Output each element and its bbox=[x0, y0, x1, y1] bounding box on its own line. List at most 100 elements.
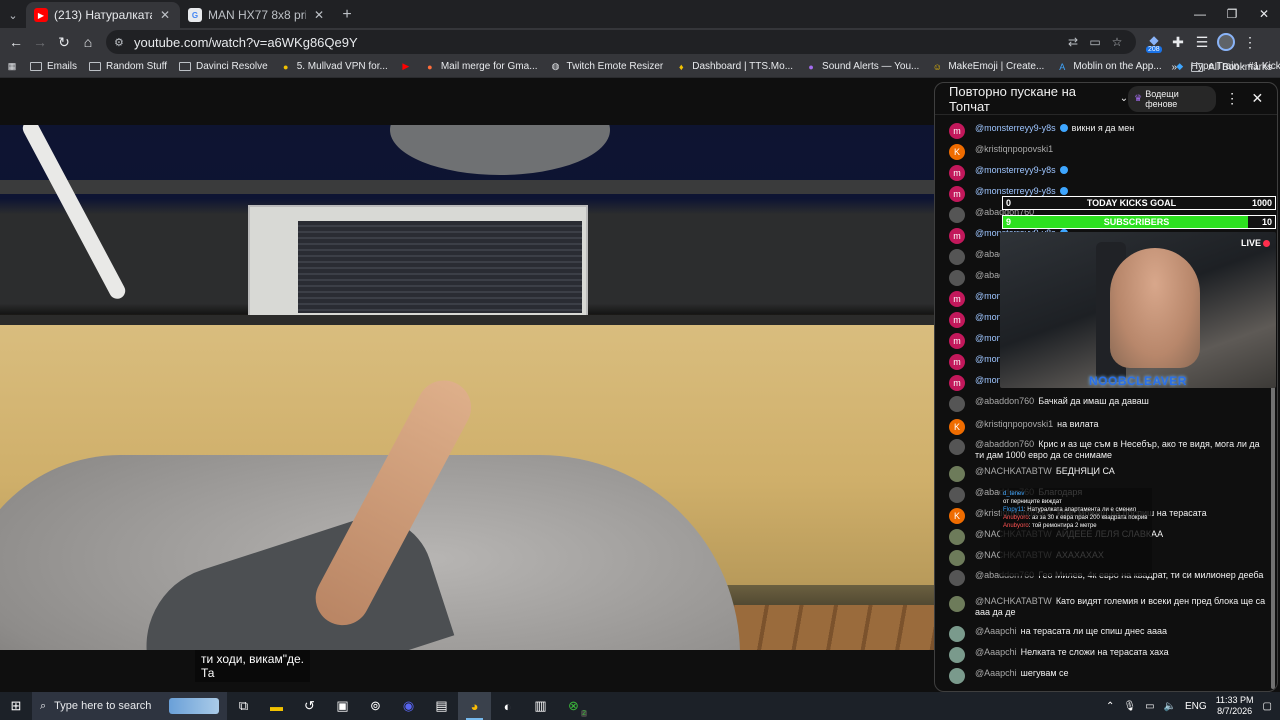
profile-avatar[interactable] bbox=[1214, 30, 1238, 54]
windows-start-icon[interactable]: ⊞ bbox=[0, 692, 32, 720]
microphone-icon[interactable]: 🎙 bbox=[1123, 701, 1136, 712]
avatar[interactable]: m bbox=[949, 375, 965, 391]
network-icon[interactable]: ▭ bbox=[1145, 701, 1154, 712]
avatar[interactable]: m bbox=[949, 228, 965, 244]
restore-icon[interactable]: ❐ bbox=[1216, 0, 1248, 28]
chat-mode-dropdown[interactable]: Повторно пускане на Топчат ⌄ bbox=[949, 84, 1128, 114]
bookmark-sound-alerts[interactable]: ● Sound Alerts — You... bbox=[805, 61, 919, 72]
taskbar-search[interactable]: ⌕ Type here to search bbox=[32, 692, 227, 720]
message-author[interactable]: @NACHKATABTW bbox=[975, 466, 1052, 476]
discord-icon[interactable]: ◉ bbox=[392, 692, 425, 720]
top-fans-button[interactable]: ♛ Водещи фенове bbox=[1128, 85, 1217, 112]
all-bookmarks-button[interactable]: All Bookmarks bbox=[1191, 62, 1272, 73]
apps-grid-icon[interactable]: ▦ bbox=[6, 61, 18, 72]
terminal-icon[interactable]: ▥ bbox=[524, 692, 557, 720]
tab-close-icon[interactable]: ✕ bbox=[312, 8, 326, 22]
bookmark-twitch-emote[interactable]: ◍ Twitch Emote Resizer bbox=[550, 61, 664, 72]
avatar[interactable]: m bbox=[949, 354, 965, 370]
avatar[interactable]: m bbox=[949, 165, 965, 181]
file-explorer-icon[interactable]: ▬ bbox=[260, 692, 293, 720]
avatar[interactable]: m bbox=[949, 186, 965, 202]
avatar[interactable] bbox=[949, 249, 965, 265]
bookmark-star-icon[interactable]: ☆ bbox=[1106, 35, 1128, 49]
home-icon[interactable]: ⌂ bbox=[76, 30, 100, 54]
extensions-puzzle-icon[interactable]: ✚ bbox=[1166, 30, 1190, 54]
language-indicator[interactable]: ENG bbox=[1185, 701, 1207, 712]
address-bar[interactable]: ⚙ youtube.com/watch?v=a6WKg86Qe9Y ⇄ ▭ ☆ bbox=[106, 30, 1136, 54]
chat-message[interactable]: @Aaapchi на терасата ли ще спиш днес аааа bbox=[949, 626, 1269, 642]
avatar[interactable] bbox=[949, 647, 965, 663]
avatar[interactable] bbox=[949, 466, 965, 482]
chat-message[interactable]: m @monsterreyy9-y8s викни я да мен bbox=[949, 123, 1269, 139]
bookmark-mullvad[interactable]: ● 5. Mullvad VPN for... bbox=[280, 61, 388, 72]
bookmark-tts[interactable]: ♦ Dashboard | TTS.Mo... bbox=[675, 61, 793, 72]
chat-message[interactable]: @abaddon760 Крис и аз ще съм в Несебър, а… bbox=[949, 439, 1269, 461]
menu-dots-icon[interactable]: ⋮ bbox=[1238, 30, 1262, 54]
tab-youtube[interactable]: ▶ (213) Натуралката предава ✕ bbox=[26, 2, 180, 28]
avatar[interactable]: m bbox=[949, 333, 965, 349]
avatar[interactable] bbox=[949, 487, 965, 503]
bookmarks-overflow-icon[interactable]: » bbox=[1172, 62, 1178, 73]
tab-close-icon[interactable]: ✕ bbox=[158, 8, 172, 22]
message-author[interactable]: @monsterreyy9-y8s bbox=[975, 165, 1056, 175]
avatar[interactable]: m bbox=[949, 312, 965, 328]
app-icon-3[interactable]: ▤ bbox=[425, 692, 458, 720]
reading-list-icon[interactable]: ☰ bbox=[1190, 30, 1214, 54]
bookmark-mail-merge[interactable]: ● Mail merge for Gma... bbox=[424, 61, 537, 72]
message-author[interactable]: @kristiqnpopovski1 bbox=[975, 144, 1053, 154]
avatar[interactable]: m bbox=[949, 291, 965, 307]
avatar[interactable]: m bbox=[949, 123, 965, 139]
chat-message[interactable]: @Aaapchi шегувам се bbox=[949, 668, 1269, 684]
avatar[interactable]: K bbox=[949, 508, 965, 524]
forward-icon[interactable]: → bbox=[28, 30, 52, 54]
task-view-icon[interactable]: ⧉ bbox=[227, 692, 260, 720]
notifications-icon[interactable]: ▢ bbox=[1263, 701, 1272, 712]
message-author[interactable]: @Aaapchi bbox=[975, 626, 1017, 636]
avatar[interactable]: K bbox=[949, 144, 965, 160]
avatar[interactable] bbox=[949, 439, 965, 455]
avatar[interactable] bbox=[949, 668, 965, 684]
back-icon[interactable]: ← bbox=[4, 30, 28, 54]
more-options-icon[interactable]: ⋮ bbox=[1222, 90, 1241, 107]
message-author[interactable]: @monsterreyy9-y8s bbox=[975, 186, 1056, 196]
avatar[interactable] bbox=[949, 596, 965, 612]
reload-icon[interactable]: ↻ bbox=[52, 30, 76, 54]
extension-button[interactable]: ◆ 208 bbox=[1142, 30, 1166, 54]
close-chat-icon[interactable]: ✕ bbox=[1248, 90, 1267, 107]
xbox-icon[interactable]: ⊗ 2 bbox=[557, 692, 590, 720]
bookmark-moblin[interactable]: A Moblin on the App... bbox=[1056, 61, 1161, 72]
app-icon[interactable]: ↺ bbox=[293, 692, 326, 720]
message-author[interactable]: @abaddon760 bbox=[975, 396, 1034, 406]
chat-message[interactable]: @abaddon760 Бачкай да имаш да даваш bbox=[949, 396, 1269, 412]
tray-overflow-icon[interactable]: ⌃ bbox=[1106, 701, 1114, 712]
bookmark-random-stuff[interactable]: Random Stuff bbox=[89, 61, 167, 72]
tab-search-button[interactable]: ⌄ bbox=[0, 2, 26, 28]
message-author[interactable]: @Aaapchi bbox=[975, 647, 1017, 657]
chat-message[interactable]: @Aaapchi Нелката те сложи на терасата хах… bbox=[949, 647, 1269, 663]
bookmark-emails[interactable]: Emails bbox=[30, 61, 77, 72]
steam-icon[interactable]: ⊚ bbox=[359, 692, 392, 720]
clock[interactable]: 11:33 PM 8/7/2026 bbox=[1216, 695, 1254, 717]
avatar[interactable] bbox=[949, 570, 965, 586]
message-author[interactable]: @NACHKATABTW bbox=[975, 596, 1052, 606]
bookmark-makeemoji[interactable]: ☺ MakeEmoji | Create... bbox=[931, 61, 1045, 72]
chat-message[interactable]: @NACHKATABTW БЕДНЯЦИ СА bbox=[949, 466, 1269, 482]
obs-icon[interactable]: ◐ bbox=[491, 692, 524, 720]
app-icon-2[interactable]: ▣ bbox=[326, 692, 359, 720]
message-author[interactable]: @monsterreyy9-y8s bbox=[975, 123, 1056, 133]
bookmark-davinci[interactable]: Davinci Resolve bbox=[178, 61, 268, 72]
message-author[interactable]: @Aaapchi bbox=[975, 668, 1017, 678]
message-author[interactable]: @abaddon760 bbox=[975, 439, 1034, 449]
avatar[interactable] bbox=[949, 550, 965, 566]
translate-icon[interactable]: ⇄ bbox=[1062, 35, 1084, 49]
avatar[interactable] bbox=[949, 270, 965, 286]
bookmark-youtube[interactable]: ▶ bbox=[400, 61, 412, 72]
chat-message[interactable]: m @monsterreyy9-y8s bbox=[949, 165, 1269, 181]
avatar[interactable] bbox=[949, 396, 965, 412]
chat-message[interactable]: K @kristiqnpopovski1 на вилата bbox=[949, 419, 1269, 435]
avatar[interactable] bbox=[949, 529, 965, 545]
cast-icon[interactable]: ▭ bbox=[1084, 35, 1106, 49]
chrome-icon[interactable]: ◕ bbox=[458, 692, 491, 720]
avatar[interactable] bbox=[949, 626, 965, 642]
tab-google[interactable]: G MAN HX77 8x8 price - Google ✕ bbox=[180, 2, 334, 28]
